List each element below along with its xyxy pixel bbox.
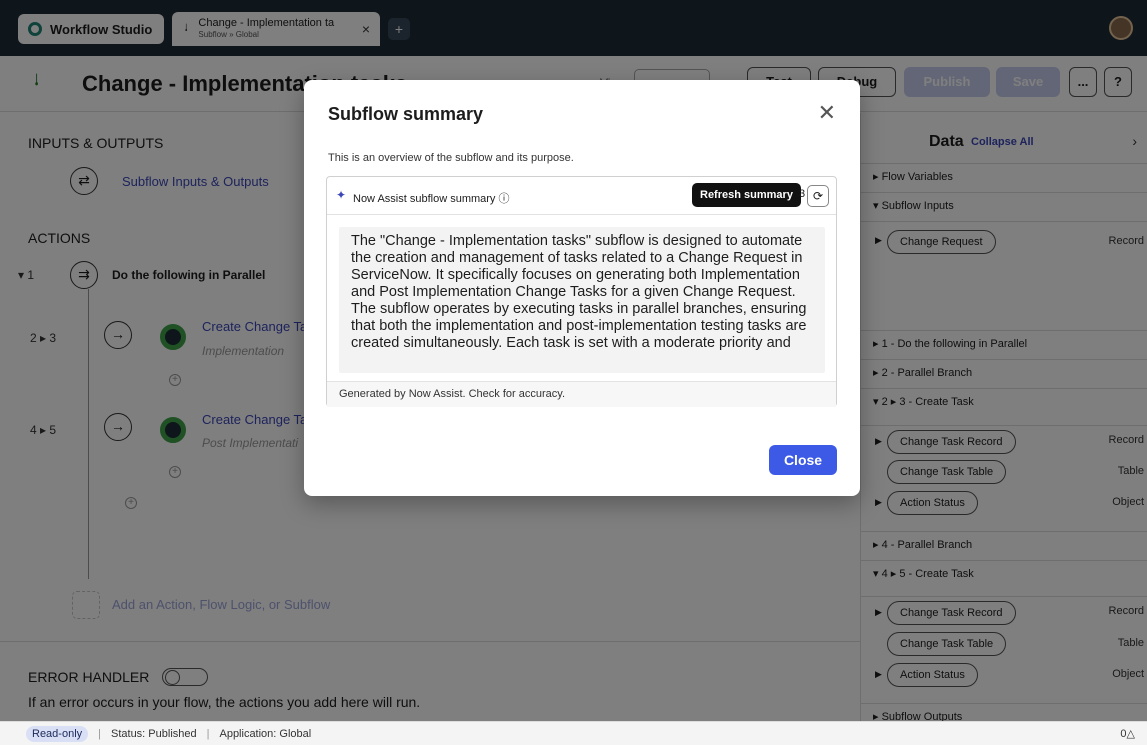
modal-title: Subflow summary <box>328 104 484 124</box>
summary-header: ✦ Now Assist subflow summary ⓘ Refresh s… <box>327 177 836 215</box>
refresh-summary-button[interactable]: ⟳ <box>807 185 829 207</box>
notification-indicator[interactable]: 0△ <box>1120 727 1135 740</box>
application-text: Application: Global <box>219 727 312 740</box>
refresh-tooltip: Refresh summary <box>692 183 801 207</box>
modal-description: This is an overview of the subflow and i… <box>328 152 574 164</box>
summary-card: ✦ Now Assist subflow summary ⓘ Refresh s… <box>326 176 837 407</box>
tooltip-tail-text: 3 <box>799 188 806 200</box>
status-bar: Read-only | Status: Published | Applicat… <box>0 721 1147 745</box>
sparkle-icon: ✦ <box>336 188 347 202</box>
status-text: Status: Published <box>111 727 197 740</box>
close-icon[interactable]: ✕ <box>818 100 836 126</box>
close-button[interactable]: Close <box>769 445 837 475</box>
read-only-badge: Read-only <box>26 725 89 742</box>
summary-label: Now Assist subflow summary ⓘ <box>353 193 510 205</box>
summary-text: The "Change - Implementation tasks" subf… <box>351 233 807 351</box>
subflow-summary-modal: Subflow summary ✕ This is an overview of… <box>304 80 860 496</box>
summary-text-area[interactable]: The "Change - Implementation tasks" subf… <box>339 227 825 373</box>
summary-footer: Generated by Now Assist. Check for accur… <box>327 381 836 407</box>
